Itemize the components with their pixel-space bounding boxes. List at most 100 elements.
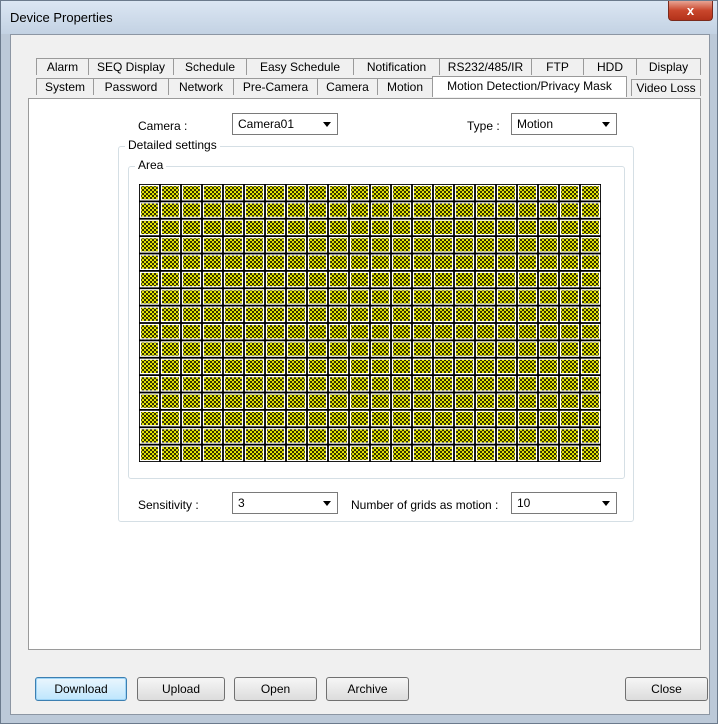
motion-grid-cell[interactable] — [244, 445, 265, 462]
motion-grid-cell[interactable] — [202, 410, 223, 427]
motion-grid-cell[interactable] — [265, 428, 286, 444]
motion-grid-cell[interactable] — [412, 254, 433, 270]
motion-grid-cell[interactable] — [265, 323, 286, 340]
motion-grid-cell[interactable] — [475, 306, 496, 323]
tab-alarm[interactable]: Alarm — [36, 58, 89, 75]
motion-grid-cell[interactable] — [538, 376, 559, 392]
motion-grid-cell[interactable] — [139, 341, 160, 357]
motion-grid-cell[interactable] — [559, 341, 580, 357]
motion-grid-cell[interactable] — [454, 445, 475, 462]
motion-grid-cell[interactable] — [370, 271, 391, 288]
motion-grid-cell[interactable] — [139, 237, 160, 253]
motion-grid-cell[interactable] — [517, 202, 538, 218]
motion-grid-cell[interactable] — [412, 428, 433, 444]
tab-schedule[interactable]: Schedule — [173, 58, 247, 75]
motion-grid-cell[interactable] — [328, 271, 349, 288]
motion-grid-cell[interactable] — [202, 202, 223, 218]
motion-grid-cell[interactable] — [244, 184, 265, 201]
motion-grid-cell[interactable] — [349, 445, 370, 462]
motion-grid-cell[interactable] — [328, 237, 349, 253]
motion-grid-cell[interactable] — [265, 219, 286, 236]
motion-grid-cell[interactable] — [349, 271, 370, 288]
motion-grid-cell[interactable] — [496, 202, 517, 218]
motion-grid-cell[interactable] — [160, 393, 181, 409]
tab-notification[interactable]: Notification — [353, 58, 440, 75]
motion-grid-cell[interactable] — [475, 428, 496, 444]
motion-grid-cell[interactable] — [244, 376, 265, 392]
motion-grid-cell[interactable] — [391, 219, 412, 236]
motion-grid-cell[interactable] — [475, 445, 496, 462]
motion-grid-cell[interactable] — [139, 289, 160, 305]
tab-easy-schedule[interactable]: Easy Schedule — [246, 58, 354, 75]
motion-grid-cell[interactable] — [559, 393, 580, 409]
motion-grid-cell[interactable] — [349, 306, 370, 323]
tab-rs232[interactable]: RS232/485/IR — [439, 58, 532, 75]
motion-grid-cell[interactable] — [370, 289, 391, 305]
motion-grid-cell[interactable] — [370, 410, 391, 427]
motion-grid-cell[interactable] — [391, 323, 412, 340]
motion-grid-cell[interactable] — [202, 428, 223, 444]
motion-grid-cell[interactable] — [181, 184, 202, 201]
motion-grid-cell[interactable] — [223, 237, 244, 253]
motion-grid-cell[interactable] — [475, 289, 496, 305]
tab-system[interactable]: System — [36, 78, 94, 95]
motion-grid-cell[interactable] — [433, 237, 454, 253]
motion-grid-cell[interactable] — [307, 237, 328, 253]
motion-grid-cell[interactable] — [349, 219, 370, 236]
motion-grid-cell[interactable] — [265, 393, 286, 409]
motion-grid-cell[interactable] — [223, 254, 244, 270]
motion-grid-cell[interactable] — [349, 410, 370, 427]
motion-grid-cell[interactable] — [580, 323, 601, 340]
motion-grid-cell[interactable] — [160, 445, 181, 462]
motion-grid-cell[interactable] — [559, 184, 580, 201]
motion-grid-cell[interactable] — [328, 393, 349, 409]
motion-grid-cell[interactable] — [391, 445, 412, 462]
tab-pre-camera[interactable]: Pre-Camera — [233, 78, 318, 95]
motion-grid-cell[interactable] — [433, 271, 454, 288]
motion-grid-cell[interactable] — [244, 428, 265, 444]
motion-grid-cell[interactable] — [307, 202, 328, 218]
motion-grid-cell[interactable] — [139, 323, 160, 340]
motion-grid-cell[interactable] — [433, 202, 454, 218]
motion-grid-cell[interactable] — [223, 393, 244, 409]
motion-grid-cell[interactable] — [160, 428, 181, 444]
motion-grid-cell[interactable] — [475, 341, 496, 357]
motion-grid-cell[interactable] — [433, 428, 454, 444]
motion-grid-cell[interactable] — [139, 376, 160, 392]
motion-grid-cell[interactable] — [328, 202, 349, 218]
motion-grid-cell[interactable] — [223, 323, 244, 340]
motion-grid-cell[interactable] — [412, 271, 433, 288]
motion-grid-cell[interactable] — [496, 376, 517, 392]
motion-grid[interactable] — [139, 184, 601, 462]
motion-grid-cell[interactable] — [538, 323, 559, 340]
motion-grid-cell[interactable] — [286, 289, 307, 305]
motion-grid-cell[interactable] — [349, 323, 370, 340]
motion-grid-cell[interactable] — [412, 237, 433, 253]
motion-grid-cell[interactable] — [223, 184, 244, 201]
motion-grid-cell[interactable] — [433, 306, 454, 323]
motion-grid-cell[interactable] — [349, 341, 370, 357]
motion-grid-cell[interactable] — [160, 219, 181, 236]
motion-grid-cell[interactable] — [265, 376, 286, 392]
motion-grid-cell[interactable] — [286, 376, 307, 392]
motion-grid-cell[interactable] — [286, 271, 307, 288]
motion-grid-cell[interactable] — [412, 445, 433, 462]
motion-grid-cell[interactable] — [307, 306, 328, 323]
motion-grid-cell[interactable] — [223, 271, 244, 288]
motion-grid-cell[interactable] — [349, 237, 370, 253]
motion-grid-cell[interactable] — [181, 376, 202, 392]
motion-grid-cell[interactable] — [391, 428, 412, 444]
motion-grid-cell[interactable] — [538, 219, 559, 236]
motion-grid-cell[interactable] — [517, 445, 538, 462]
motion-grid-cell[interactable] — [328, 445, 349, 462]
motion-grid-cell[interactable] — [202, 254, 223, 270]
motion-grid-cell[interactable] — [517, 358, 538, 375]
motion-grid-cell[interactable] — [538, 410, 559, 427]
motion-grid-cell[interactable] — [496, 271, 517, 288]
motion-grid-cell[interactable] — [517, 237, 538, 253]
motion-grid-cell[interactable] — [454, 289, 475, 305]
motion-grid-cell[interactable] — [412, 323, 433, 340]
motion-grid-cell[interactable] — [391, 289, 412, 305]
motion-grid-cell[interactable] — [580, 184, 601, 201]
motion-grid-cell[interactable] — [181, 445, 202, 462]
